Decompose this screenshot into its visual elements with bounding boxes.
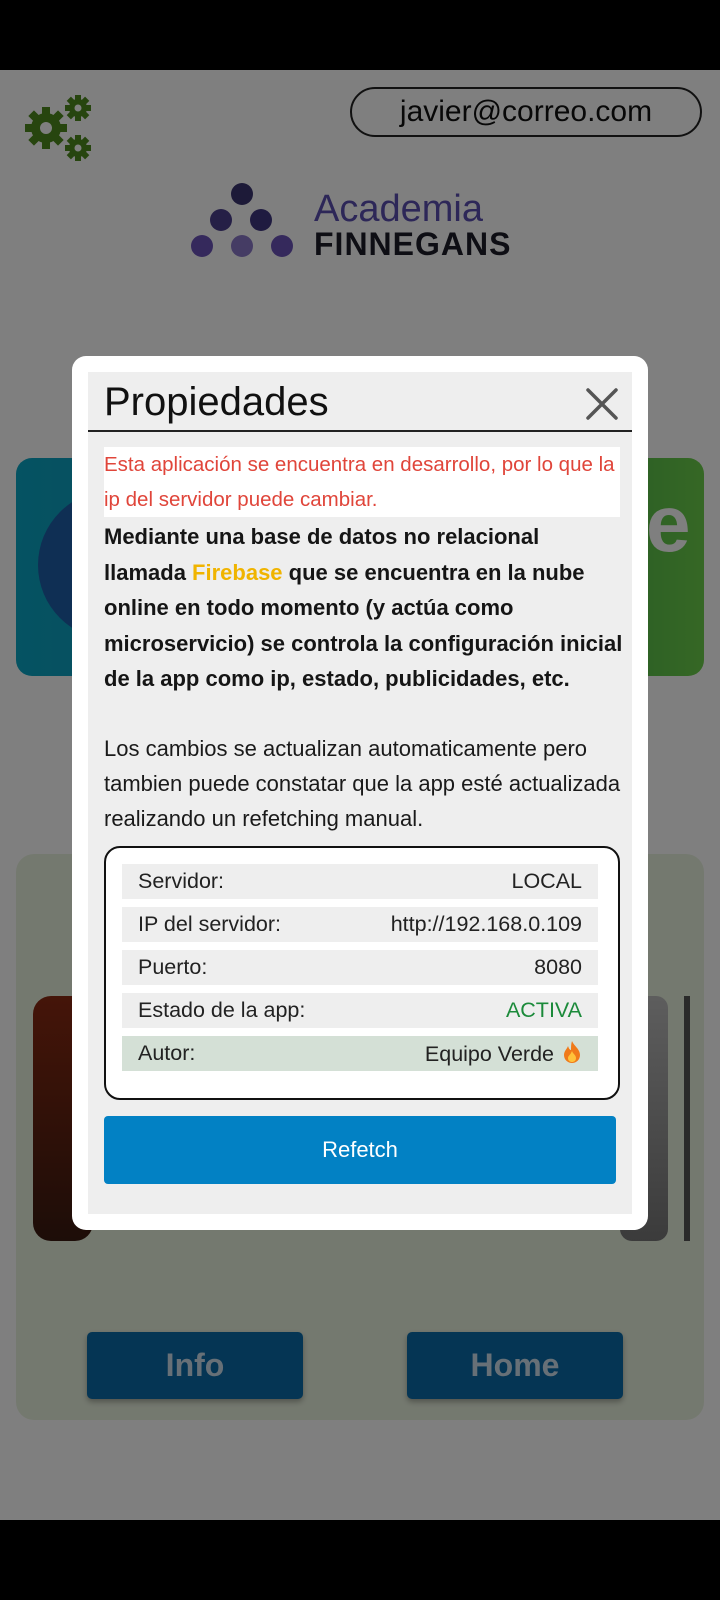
info-row-server: Servidor: LOCAL [122,864,598,899]
status-value: ACTIVA [505,998,582,1022]
info-label: Estado de la app: [138,998,306,1022]
server-info-box: Servidor: LOCAL IP del servidor: http://… [104,846,620,1100]
info-value: 8080 [534,955,582,979]
info-row-ip: IP del servidor: http://192.168.0.109 [122,907,598,942]
info-value: Equipo Verde [424,1042,554,1066]
title-divider [88,430,632,432]
modal-title: Propiedades [104,380,329,424]
status-bar [0,0,720,70]
fire-icon [564,1041,580,1063]
modal-content: Propiedades Esta aplicación se encuentra… [88,372,632,1214]
firebase-highlight: Firebase [192,559,283,585]
firebase-description: Mediante una base de datos no relacional… [104,519,624,697]
dev-warning-text: Esta aplicación se encuentra en desarrol… [104,447,620,517]
info-value: http://192.168.0.109 [390,912,582,936]
app-screen: javier@correo.com Academia FINNEGANS e I… [0,70,720,1520]
info-row-status: Estado de la app: ACTIVA [122,993,598,1028]
properties-modal: Propiedades Esta aplicación se encuentra… [72,356,648,1230]
info-value: LOCAL [511,869,582,893]
info-row-author: Autor: Equipo Verde [122,1036,598,1071]
navigation-bar [0,1520,720,1600]
close-icon[interactable] [584,386,620,422]
info-label: Autor: [138,1041,196,1065]
author-value-wrap: Equipo Verde [425,1040,582,1067]
info-row-port: Puerto: 8080 [122,950,598,985]
info-label: IP del servidor: [138,912,282,936]
refetch-description: Los cambios se actualizan automaticament… [104,736,621,831]
info-label: Puerto: [138,955,208,979]
info-label: Servidor: [138,869,225,893]
refetch-button[interactable]: Refetch [104,1116,616,1184]
